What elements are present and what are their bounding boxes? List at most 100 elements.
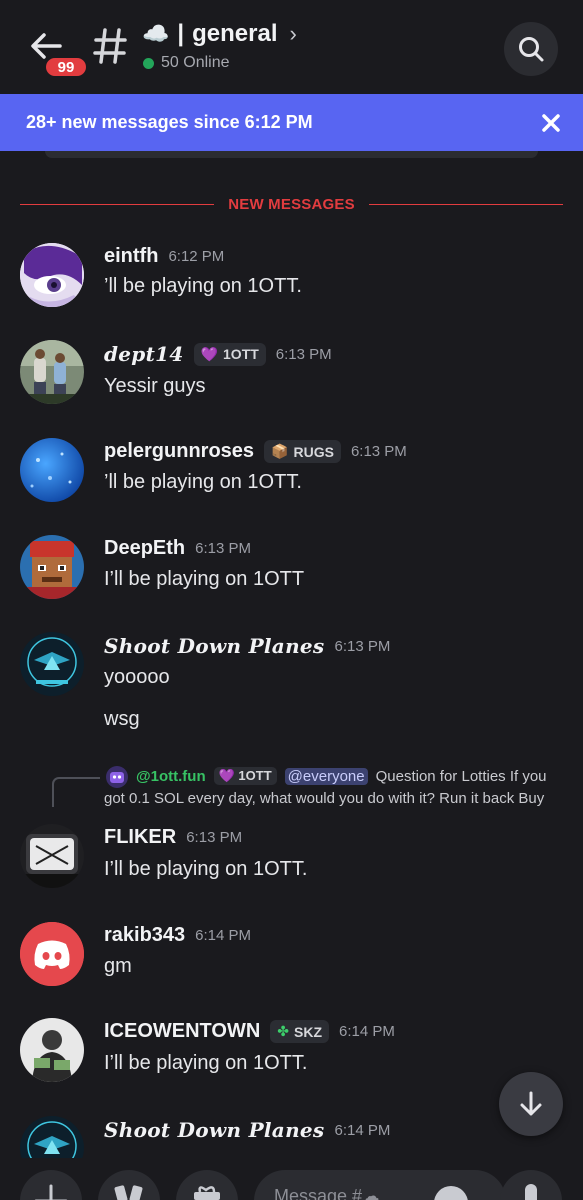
unread-badge: 99 [43,55,89,79]
message[interactable]: ICEOWENTOWN ✤ SKZ 6:14 PM I’ll be playin… [0,1018,583,1088]
avatar[interactable] [20,922,84,986]
avatar[interactable] [20,1018,84,1082]
gift-button[interactable] [176,1170,238,1200]
message[interactable]: Shoot Down Planes 6:14 PM [0,1116,583,1158]
username[interactable]: rakib343 [104,924,185,947]
cloud-emoji: ☁️ [142,21,170,46]
message[interactable]: dept14 💜 1OTT 6:13 PM Yessir guys [0,340,583,410]
banner-text: 28+ new messages since 6:12 PM [26,112,313,132]
username[interactable]: DeepEth [104,537,185,560]
message-header: Shoot Down Planes 6:14 PM [104,1118,390,1142]
message-text: gm [104,955,132,977]
message-header: eintfh 6:12 PM [104,245,224,268]
box-icon: 📦 [271,443,289,459]
divider-line [20,203,215,205]
reply-spine [52,777,100,807]
apps-button[interactable] [98,1170,160,1200]
title-separator: | [177,20,185,47]
username[interactable]: dept14 [104,342,184,366]
new-messages-divider: NEW MESSAGES [20,194,563,214]
reply-reference[interactable]: @1ott.fun 💜 1OTT @everyone Question for … [0,764,583,808]
tag-label: SKZ [294,1023,323,1040]
username[interactable]: eintfh [104,245,158,268]
tag-label: 1OTT [223,346,259,362]
composer-bar: Message #☁ [0,1158,583,1200]
arrow-down-icon [520,1091,542,1116]
timestamp: 6:13 PM [350,443,407,460]
timestamp: 6:14 PM [195,927,252,944]
server-tag[interactable]: 📦 RUGS [264,440,341,463]
reply-tag: 💜 1OTT [213,767,277,785]
online-status: 50 Online [143,54,230,72]
reply-text: Question for Lotties If you [375,767,547,785]
hashtag-icon [92,26,128,66]
jump-to-bottom-button[interactable] [499,1072,563,1136]
message-header: dept14 💜 1OTT 6:13 PM [104,342,332,366]
discord-logo-icon [20,922,84,986]
avatar[interactable] [20,632,84,696]
search-icon [519,37,544,62]
channel-title[interactable]: ☁️ | general › [142,20,297,48]
timestamp: 6:13 PM [186,829,243,846]
message-header: FLIKER 6:13 PM [104,826,242,849]
message[interactable]: eintfh 6:12 PM ’ll be playing on 1OTT. [0,243,583,313]
message-header: DeepEth 6:13 PM [104,537,251,560]
divider-label: NEW MESSAGES [228,195,355,213]
message-text: ’ll be playing on 1OTT. [104,471,302,493]
timestamp: 6:12 PM [168,248,225,265]
reply-text-continued: got 0.1 SOL every day, what would you do… [104,790,545,807]
apps-icon [114,1185,143,1200]
timestamp: 6:13 PM [195,540,251,557]
timestamp: 6:14 PM [339,1023,395,1040]
clover-icon: ✤ [277,1023,290,1039]
message-header: pelergunnroses 📦 RUGS 6:13 PM [104,440,407,463]
username[interactable]: FLIKER [104,826,176,849]
message-placeholder: Message #☁ [274,1186,381,1200]
message[interactable]: pelergunnroses 📦 RUGS 6:13 PM ’ll be pla… [0,438,583,508]
avatar[interactable] [20,824,84,888]
chevron-right-icon: › [289,21,297,46]
avatar[interactable] [20,535,84,599]
message[interactable]: Shoot Down Planes 6:13 PM yooooo wsg [0,632,583,742]
mention[interactable]: @everyone [284,767,368,785]
server-tag[interactable]: 💜 1OTT [193,342,266,366]
search-button[interactable] [504,22,558,76]
new-messages-banner[interactable]: 28+ new messages since 6:12 PM [0,94,583,151]
server-tag[interactable]: ✤ SKZ [270,1020,330,1043]
channel-header: 99 ☁️ | general › 50 Online [0,0,583,94]
username[interactable]: Shoot Down Planes [104,1118,325,1142]
message[interactable]: FLIKER 6:13 PM I’ll be playing on 1OTT. [0,824,583,894]
timestamp: 6:13 PM [275,345,332,363]
avatar[interactable] [20,243,84,307]
avatar[interactable] [20,1116,84,1158]
message-header: rakib343 6:14 PM [104,924,251,947]
divider-line [368,203,563,205]
voice-button[interactable] [500,1170,562,1200]
message[interactable]: rakib343 6:14 PM gm [0,922,583,992]
message-input[interactable]: Message #☁ [254,1170,506,1200]
avatar[interactable] [20,340,84,404]
purple-heart-icon: 💜 [218,768,235,783]
message-text: wsg [104,708,140,730]
reply-username[interactable]: @1ott.fun [136,768,206,785]
plus-button[interactable] [20,1170,82,1200]
online-count: 50 Online [161,54,230,71]
message-text: I’ll be playing on 1OTT. [104,1052,308,1074]
reply-header: @1ott.fun 💜 1OTT @everyone Question for … [136,767,547,785]
username[interactable]: ICEOWENTOWN [104,1020,260,1043]
purple-heart-icon: 💜 [200,345,219,362]
online-dot-icon [143,57,154,69]
avatar[interactable] [20,438,84,502]
tag-label: RUGS [293,443,334,460]
gift-icon [194,1186,220,1200]
message[interactable]: DeepEth 6:13 PM I’ll be playing on 1OTT [0,535,583,605]
timestamp: 6:13 PM [334,637,391,655]
username[interactable]: pelergunnroses [104,440,254,463]
username[interactable]: Shoot Down Planes [104,634,325,658]
microphone-icon [525,1184,537,1200]
message-text: yooooo [104,666,170,688]
close-icon[interactable] [539,111,563,135]
emoji-icon[interactable] [434,1186,468,1200]
message-text: I’ll be playing on 1OTT [104,568,305,590]
timestamp: 6:14 PM [334,1121,391,1139]
